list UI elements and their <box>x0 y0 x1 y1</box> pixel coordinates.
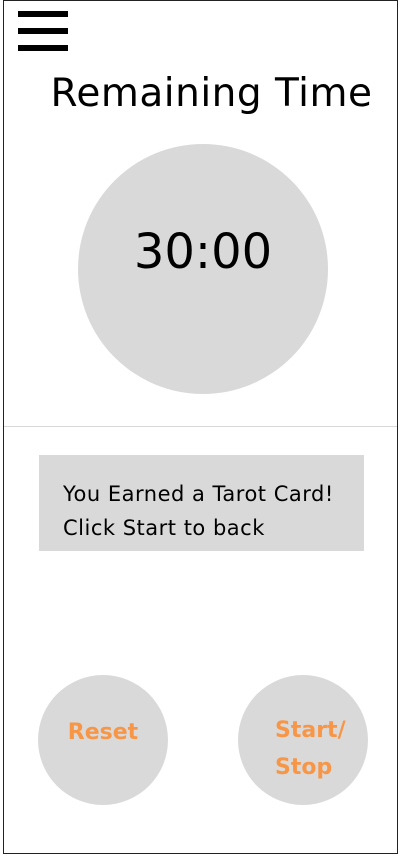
menu-bar-bottom <box>18 45 68 51</box>
start-stop-label-line-2: Stop <box>275 755 333 780</box>
menu-bar-top <box>18 11 68 17</box>
reset-button-label: Reset <box>67 720 139 745</box>
message-line-1: You Earned a Tarot Card! <box>63 482 334 506</box>
menu-bar-middle <box>18 28 68 34</box>
page-title: Remaining Time <box>50 71 373 116</box>
timer-value: 30:00 <box>133 224 273 280</box>
start-stop-button[interactable]: Start/ Stop <box>238 675 368 805</box>
app-frame: Remaining Time 30:00 You Earned a Tarot … <box>3 0 398 854</box>
message-line-2: Click Start to back <box>63 516 265 540</box>
reward-message-box: You Earned a Tarot Card! Click Start to … <box>39 455 364 551</box>
hamburger-menu-icon[interactable] <box>18 11 70 51</box>
section-divider <box>4 426 397 427</box>
timer-display: 30:00 <box>78 144 328 394</box>
start-stop-button-label: Start/ Stop <box>275 712 346 786</box>
start-stop-label-line-1: Start/ <box>275 718 346 743</box>
reset-button[interactable]: Reset <box>38 675 168 805</box>
